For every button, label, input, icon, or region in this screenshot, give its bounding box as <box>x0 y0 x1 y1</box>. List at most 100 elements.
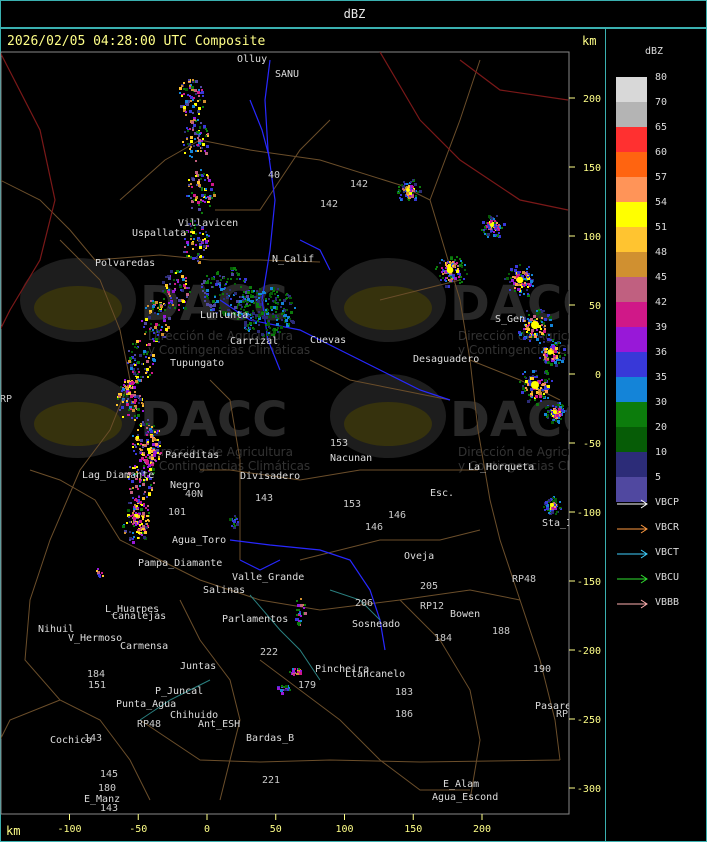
radar-echo <box>135 343 137 345</box>
radar-echo <box>147 519 149 521</box>
radar-echo <box>198 204 200 206</box>
radar-echo <box>454 259 456 261</box>
radar-echo <box>139 520 142 523</box>
storm-core <box>490 223 494 227</box>
radar-echo <box>159 453 161 455</box>
radar-echo <box>445 285 448 288</box>
legend-swatch-label: 30 <box>655 397 668 408</box>
place-label: Bowen <box>450 609 480 620</box>
radar-echo <box>178 299 181 302</box>
radar-echo <box>298 668 300 670</box>
radar-echo <box>518 284 520 286</box>
radar-echo <box>522 387 525 390</box>
radar-echo <box>192 231 195 234</box>
radar-echo <box>193 119 195 121</box>
radar-echo <box>135 453 137 455</box>
radar-echo <box>544 348 546 350</box>
radar-echo <box>134 358 136 360</box>
radar-echo <box>276 323 279 326</box>
radar-echo <box>265 316 268 319</box>
radar-echo <box>558 408 561 411</box>
storm-core <box>550 503 554 507</box>
radar-echo <box>144 368 146 370</box>
radar-echo <box>140 527 142 529</box>
radar-echo <box>291 320 294 323</box>
radar-echo <box>165 276 167 278</box>
radar-echo <box>201 147 203 149</box>
place-label: RP <box>0 394 12 405</box>
radar-echo <box>548 499 551 502</box>
legend-swatch <box>616 427 647 452</box>
storm-core <box>531 321 539 329</box>
radar-echo <box>452 265 454 267</box>
place-label: Divisadero <box>240 471 300 482</box>
radar-echo <box>556 344 558 346</box>
radar-echo <box>233 267 236 270</box>
radar-echo <box>189 87 191 89</box>
radar-echo <box>203 125 206 128</box>
radar-echo <box>171 302 173 304</box>
radar-echo <box>200 92 202 94</box>
place-label: 184 <box>87 669 105 680</box>
radar-echo <box>519 264 521 266</box>
radar-echo <box>137 361 140 364</box>
radar-echo <box>457 268 459 270</box>
radar-echo <box>304 604 306 606</box>
legend-swatch <box>616 277 647 302</box>
radar-echo <box>198 89 200 91</box>
watermark-brand: DACC <box>140 392 287 448</box>
radar-echo <box>203 173 205 175</box>
radar-echo <box>142 497 145 500</box>
radar-map[interactable]: -100 -50 0 50 100 150 200 200 150 100 50 0 -50 -100 -1… <box>0 0 707 842</box>
radar-echo <box>551 421 554 424</box>
radar-echo <box>543 396 545 398</box>
radar-echo <box>259 306 261 308</box>
radar-echo <box>452 274 455 277</box>
radar-echo <box>253 328 255 330</box>
radar-echo <box>129 539 131 541</box>
radar-echo <box>158 458 160 460</box>
radar-echo <box>194 89 197 92</box>
radar-echo <box>509 289 511 291</box>
radar-echo <box>490 228 492 230</box>
radar-echo <box>136 395 139 398</box>
y-tick-label: -200 <box>577 646 601 657</box>
river <box>239 559 281 571</box>
radar-echo <box>239 278 241 280</box>
radar-echo <box>140 439 143 442</box>
radar-echo <box>129 466 131 468</box>
radar-echo <box>508 273 510 275</box>
radar-echo <box>132 467 134 469</box>
radar-echo <box>192 178 195 181</box>
radar-echo <box>132 497 134 499</box>
radar-echo <box>200 201 202 203</box>
radar-echo <box>197 110 200 113</box>
radar-echo <box>552 358 554 360</box>
radar-echo <box>191 207 193 209</box>
radar-echo <box>158 456 160 458</box>
radar-echo <box>122 525 125 528</box>
radar-echo <box>186 296 188 298</box>
province-boundary <box>459 59 569 101</box>
radar-echo <box>526 331 528 333</box>
radar-echo <box>154 326 157 329</box>
radar-echo <box>193 199 195 201</box>
radar-echo <box>199 126 201 128</box>
radar-echo <box>142 405 144 407</box>
place-label: 205 <box>420 581 438 592</box>
radar-echo <box>179 92 181 94</box>
radar-echo <box>265 300 267 302</box>
radar-echo <box>289 297 291 299</box>
radar-echo <box>126 403 129 406</box>
radar-echo <box>558 404 560 406</box>
radar-echo <box>152 329 154 331</box>
radar-echo <box>189 291 191 293</box>
radar-echo <box>565 410 567 412</box>
radar-echo <box>524 282 526 284</box>
radar-echo <box>193 194 196 197</box>
radar-echo <box>188 79 190 81</box>
radar-echo <box>272 300 274 302</box>
radar-echo <box>503 223 506 226</box>
legend-swatch-label: 80 <box>655 72 668 83</box>
radar-echo <box>199 133 201 135</box>
